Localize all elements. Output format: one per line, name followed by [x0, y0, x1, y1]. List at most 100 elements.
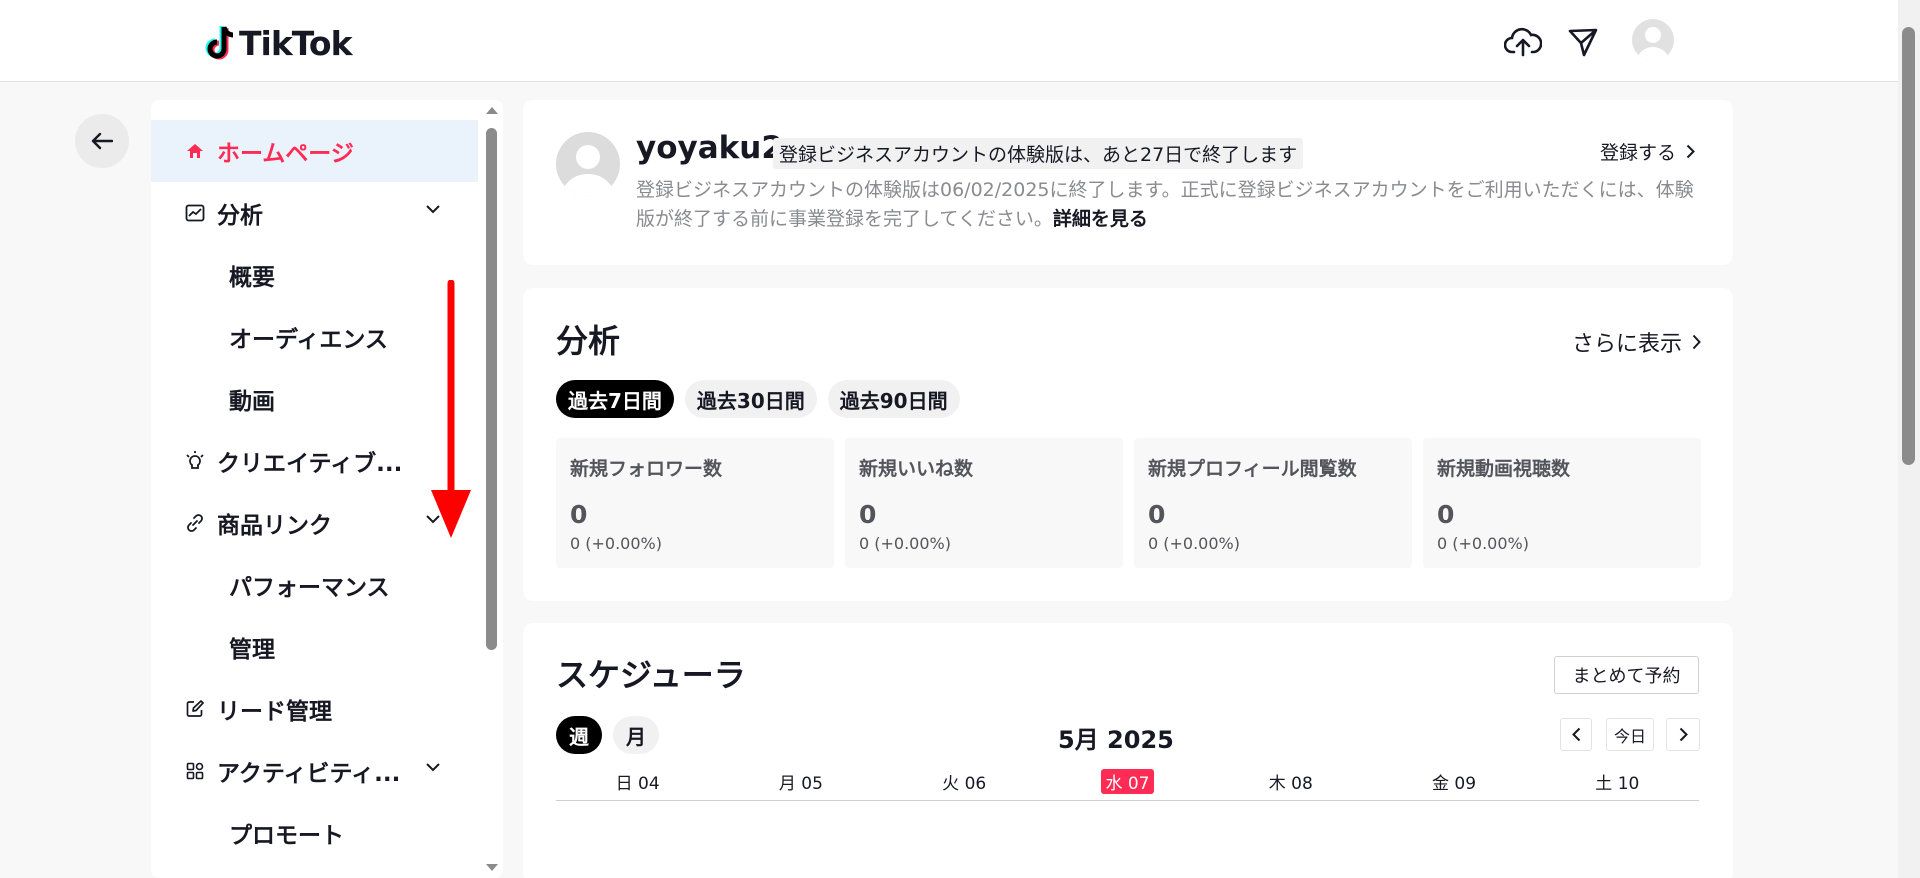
- home-icon: [183, 143, 207, 159]
- register-label: 登録する: [1600, 142, 1677, 164]
- day-column-header: 木 08: [1209, 769, 1372, 800]
- scheduler-card: スケジューラ まとめて予約 週 月 5月 2025 今日 日 04 月 05 火…: [523, 623, 1733, 878]
- chevron-down-icon[interactable]: [425, 762, 441, 772]
- account-avatar[interactable]: [556, 132, 620, 196]
- metric-value: 0: [570, 500, 588, 529]
- sidebar-item-promote[interactable]: プロモート: [151, 802, 478, 864]
- avatar[interactable]: [1632, 19, 1674, 61]
- metric-card-profile-views[interactable]: 新規プロフィール閲覧数 0 0 (+0.00%): [1134, 438, 1412, 568]
- sidebar-item-leads[interactable]: リード管理: [151, 678, 478, 740]
- metric-card-video-views[interactable]: 新規動画視聴数 0 0 (+0.00%): [1423, 438, 1701, 568]
- account-username: yoyaku2: [636, 130, 783, 166]
- sidebar-item-label: 動画: [229, 389, 275, 415]
- link-icon: [183, 513, 207, 533]
- batch-schedule-button[interactable]: まとめて予約: [1554, 656, 1699, 694]
- metric-change: 0 (+0.00%): [570, 534, 662, 553]
- day-label: 木 08: [1268, 774, 1313, 794]
- analytics-card: 分析 さらに表示 過去7日間 過去30日間 過去90日間 新規フォロワー数 0 …: [523, 288, 1733, 601]
- sidebar-item-label: パフォーマンス: [229, 575, 390, 601]
- sidebar-scrollbar[interactable]: [480, 100, 503, 878]
- metric-label: 新規フォロワー数: [570, 458, 723, 480]
- metric-value: 0: [859, 500, 877, 529]
- tiktok-logo[interactable]: TikTok: [205, 24, 353, 63]
- day-column-header: 土 10: [1536, 769, 1699, 800]
- sidebar-item-label: アクティビティ...: [217, 761, 401, 787]
- view-toggle: 週 月: [556, 716, 659, 754]
- upload-cloud-icon[interactable]: [1503, 22, 1543, 62]
- sidebar-scrollbar-thumb[interactable]: [486, 128, 497, 650]
- day-label: 日 04: [615, 774, 660, 794]
- metric-label: 新規いいね数: [859, 458, 974, 480]
- send-icon[interactable]: [1563, 22, 1603, 62]
- chevron-right-icon: [1679, 727, 1688, 742]
- tab-month[interactable]: 月: [613, 716, 659, 754]
- sidebar-item-label: プロモート: [229, 823, 344, 849]
- sidebar-item-activity[interactable]: アクティビティ...: [151, 740, 478, 802]
- sidebar-item-home[interactable]: ホームページ: [151, 120, 478, 182]
- day-label: 火 06: [942, 774, 987, 794]
- window-scrollbar-thumb[interactable]: [1902, 27, 1915, 465]
- month-label: 5月 2025: [1058, 726, 1174, 754]
- metric-change: 0 (+0.00%): [1437, 534, 1529, 553]
- back-button[interactable]: [75, 114, 129, 168]
- chevron-right-icon: [1692, 334, 1701, 350]
- see-more-link[interactable]: さらに表示: [1572, 326, 1701, 358]
- metric-card-followers[interactable]: 新規フォロワー数 0 0 (+0.00%): [556, 438, 834, 568]
- register-link[interactable]: 登録する: [1600, 138, 1695, 165]
- day-label: 水 07: [1101, 769, 1154, 794]
- sidebar-item-management[interactable]: 管理: [151, 616, 478, 678]
- scheduler-title: スケジューラ: [556, 656, 746, 694]
- metric-change: 0 (+0.00%): [1148, 534, 1240, 553]
- trial-badge: 登録ビジネスアカウントの体験版は、あと27日で終了します: [773, 138, 1304, 169]
- metric-value: 0: [1148, 500, 1166, 529]
- window-scrollbar[interactable]: [1898, 0, 1920, 878]
- tab-30-days[interactable]: 過去30日間: [684, 380, 817, 418]
- metric-value: 0: [1437, 500, 1455, 529]
- details-link[interactable]: 詳細を見る: [1053, 208, 1148, 230]
- apps-icon: [183, 762, 207, 780]
- chevron-right-icon: [1686, 144, 1695, 159]
- sidebar-item-label: 商品リンク: [217, 513, 332, 539]
- tab-week[interactable]: 週: [556, 716, 602, 754]
- red-down-arrow-annotation: [431, 280, 471, 538]
- sidebar-item-label: 概要: [229, 265, 275, 291]
- sidebar-item-performance[interactable]: パフォーマンス: [151, 554, 478, 616]
- metric-label: 新規動画視聴数: [1437, 458, 1571, 480]
- account-card: yoyaku2 登録ビジネスアカウントの体験版は、あと27日で終了します 登録ビ…: [523, 100, 1733, 265]
- today-button[interactable]: 今日: [1606, 718, 1654, 751]
- scroll-up-arrow-icon[interactable]: [485, 105, 499, 115]
- brand-name: TikTok: [239, 24, 353, 63]
- see-more-label: さらに表示: [1572, 332, 1683, 357]
- analytics-title: 分析: [556, 322, 621, 360]
- day-column-header: 日 04: [556, 769, 719, 800]
- chevron-down-icon[interactable]: [425, 204, 441, 214]
- day-label: 土 10: [1595, 774, 1640, 794]
- tiktok-note-icon: [205, 25, 234, 59]
- metric-card-likes[interactable]: 新規いいね数 0 0 (+0.00%): [845, 438, 1123, 568]
- day-label: 金 09: [1432, 774, 1477, 794]
- tab-90-days[interactable]: 過去90日間: [827, 380, 960, 418]
- sidebar-item-label: 管理: [229, 637, 275, 663]
- tab-7-days[interactable]: 過去7日間: [556, 380, 674, 418]
- scroll-down-arrow-icon[interactable]: [485, 863, 499, 873]
- chevron-left-icon: [1571, 727, 1580, 742]
- edit-icon: [183, 700, 207, 718]
- metric-change: 0 (+0.00%): [859, 534, 951, 553]
- sidebar-item-label: リード管理: [217, 699, 332, 725]
- day-column-header: 金 09: [1372, 769, 1535, 800]
- top-header: TikTok: [0, 0, 1898, 82]
- sidebar-item-label: オーディエンス: [229, 327, 388, 353]
- arrow-left-icon: [91, 132, 113, 150]
- analytics-icon: [183, 204, 207, 222]
- sidebar-item-analytics[interactable]: 分析: [151, 182, 478, 244]
- day-column-header: 月 05: [719, 769, 882, 800]
- bulb-icon: [183, 451, 207, 471]
- next-week-button[interactable]: [1666, 718, 1700, 751]
- prev-week-button[interactable]: [1560, 718, 1592, 751]
- metric-label: 新規プロフィール閲覧数: [1148, 458, 1357, 480]
- metrics-row: 新規フォロワー数 0 0 (+0.00%) 新規いいね数 0 0 (+0.00%…: [556, 438, 1701, 568]
- week-days-header: 日 04 月 05 火 06 水 07 木 08 金 09 土 10: [556, 769, 1699, 801]
- sidebar-item-label: 分析: [217, 203, 263, 229]
- day-column-header-today: 水 07: [1046, 769, 1209, 800]
- trial-description: 登録ビジネスアカウントの体験版は06/02/2025に終了します。正式に登録ビジ…: [636, 176, 1696, 234]
